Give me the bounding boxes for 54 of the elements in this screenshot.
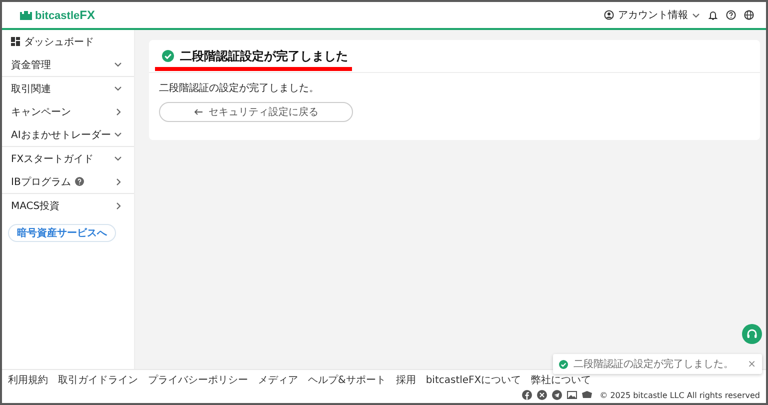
image-icon [566, 390, 577, 400]
chevron-down-icon [114, 131, 122, 138]
footer-link[interactable]: 取引ガイドライン [58, 373, 138, 387]
check-circle-icon [558, 360, 568, 368]
chevron-down-icon [114, 61, 122, 68]
success-message: 二段階認証の設定が完了しました。 [159, 82, 320, 95]
sidebar-item[interactable]: AIおまかせトレーダー [2, 123, 134, 147]
facebook-link[interactable] [522, 390, 532, 400]
grid-icon [11, 37, 20, 46]
globe-icon [744, 10, 754, 20]
close-button[interactable]: × [748, 358, 756, 370]
telegram-link[interactable] [552, 390, 562, 400]
headset-icon [746, 328, 758, 340]
chevron-right-icon [115, 108, 122, 116]
page-title: 二段階認証設定が完了しました [180, 48, 348, 64]
arrow-left-icon [194, 109, 202, 115]
footer-link[interactable]: メディア [258, 373, 298, 387]
chevron-down-icon [114, 155, 122, 162]
image-link[interactable] [566, 390, 577, 400]
footer-link[interactable]: bitcastleFXについて [426, 373, 522, 387]
sidebar-item[interactable]: 資金管理 [2, 53, 134, 77]
castle-icon [20, 10, 32, 20]
crypto-service-button[interactable]: 暗号資産サービスへ [8, 224, 116, 242]
language-button[interactable] [744, 10, 754, 20]
sidebar-item[interactable]: FXスタートガイド [2, 147, 134, 170]
check-circle-icon [162, 50, 174, 62]
sidebar-item[interactable]: キャンペーン [2, 100, 134, 123]
chevron-right-icon [115, 202, 122, 210]
footer-link[interactable]: 採用 [396, 373, 416, 387]
toast-message: 二段階認証の設定が完了しました。 [574, 358, 734, 371]
copyright: © 2025 bitcastle LLC All rights reserved [600, 390, 760, 400]
user-icon [604, 10, 614, 20]
bell-icon [708, 10, 718, 20]
account-menu[interactable]: アカウント情報 [604, 8, 700, 22]
footer-link[interactable]: プライバシーポリシー [148, 373, 248, 387]
x-link[interactable] [536, 390, 547, 400]
notifications-button[interactable] [708, 10, 718, 20]
facebook-icon [522, 390, 532, 400]
x-icon [536, 390, 547, 400]
sidebar-item[interactable]: MACS投資 [2, 194, 134, 217]
footer-link[interactable]: 利用規約 [8, 373, 48, 387]
sidebar-item[interactable]: 取引関連 [2, 77, 134, 100]
sidebar-item[interactable]: ダッシュボード [2, 30, 134, 53]
help-button[interactable] [726, 10, 736, 20]
sidebar-item[interactable]: IBプログラム [2, 170, 134, 194]
footer-link[interactable]: 弊社について [531, 373, 592, 387]
chevron-right-icon [115, 178, 122, 186]
help-icon [726, 10, 736, 20]
telegram-icon [552, 390, 562, 400]
back-button[interactable]: セキュリティ設定に戻る [159, 102, 353, 122]
chevron-down-icon [114, 85, 122, 92]
footer-link[interactable]: ヘルプ&サポート [308, 373, 386, 387]
chevron-down-icon [692, 12, 700, 18]
help-badge-icon [74, 177, 84, 186]
